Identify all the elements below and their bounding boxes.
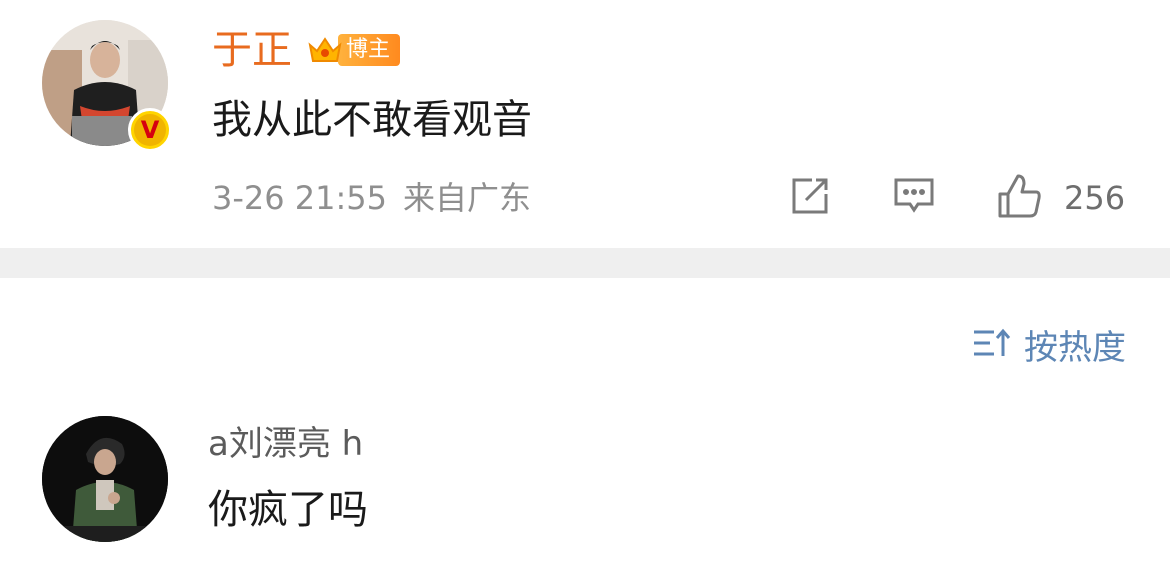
share-button[interactable] (788, 172, 832, 224)
sort-icon (972, 326, 1012, 364)
like-button[interactable]: 256 (996, 172, 1125, 224)
sort-by-hot-button[interactable]: 按热度 (972, 320, 1126, 369)
section-divider (0, 248, 1170, 278)
comment-text: 你疯了吗 (208, 487, 368, 533)
blogger-badge-label: 博主 (338, 34, 401, 66)
like-icon (996, 172, 1044, 224)
share-icon (788, 174, 832, 222)
post-card: V 于正 博主 我从此不敢看观音 3-26 21:55 来自广东 256 (0, 0, 1170, 248)
post-meta: 3-26 21:55 来自广东 (212, 176, 531, 220)
comment-button[interactable] (892, 172, 936, 224)
poster-username[interactable]: 于正 (212, 26, 292, 74)
sort-label: 按热度 (1024, 328, 1126, 368)
crown-icon (306, 31, 344, 69)
post-text: 我从此不敢看观音 (212, 97, 532, 143)
commenter-avatar[interactable] (42, 416, 168, 542)
post-source: 来自广东 (403, 179, 532, 217)
verified-v-icon: V (128, 108, 172, 152)
post-date: 3-26 21:55 (212, 179, 388, 217)
blogger-badge: 博主 (306, 31, 401, 69)
like-count: 256 (1064, 179, 1126, 217)
commenter-username[interactable]: a刘漂亮 h (208, 420, 363, 468)
comment-icon (892, 174, 936, 222)
